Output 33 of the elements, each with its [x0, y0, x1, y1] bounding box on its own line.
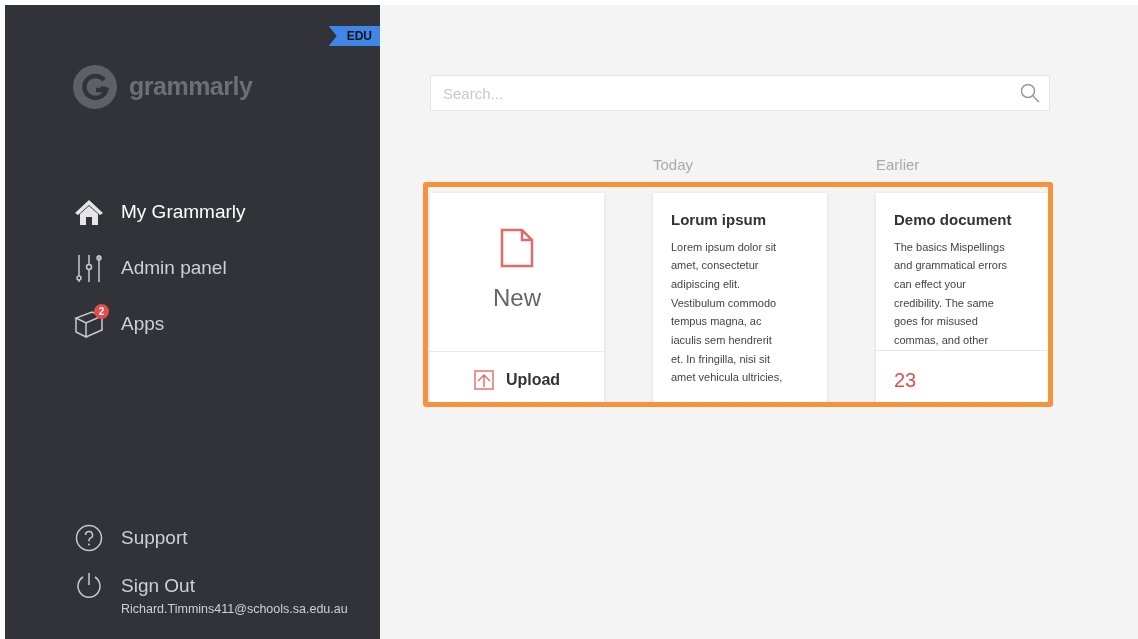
- group-heading: Earlier: [876, 155, 921, 175]
- upload-button[interactable]: Upload: [430, 351, 604, 402]
- document-icon: [500, 227, 534, 268]
- nav-label: Apps: [121, 311, 165, 336]
- document-card[interactable]: Lorum ipsum Lorem ipsum dolor sit amet, consectetur adipiscing elit. Vestibulum commodo tempus magna, ac iaculis sem hendrerit et. In fringilla, nisi sit amet vehicula ultricies,: [653, 193, 827, 402]
- user-email: Richard.Timmins411@schools.sa.edu.au: [121, 601, 349, 619]
- nav-item[interactable]: Support: [73, 510, 380, 567]
- nav-item[interactable]: My Grammarly: [73, 184, 380, 240]
- logo-text: grammarly: [129, 71, 253, 103]
- count-badge: 2: [94, 304, 109, 319]
- document-title: Lorum ipsum: [671, 210, 767, 230]
- issue-count: 23: [876, 349, 1048, 402]
- nav-item[interactable]: Admin panel: [73, 240, 380, 296]
- nav-item[interactable]: 2 Apps: [73, 296, 380, 352]
- nav-label: My Grammarly: [121, 199, 246, 224]
- nav-label: Support: [121, 526, 188, 550]
- new-document-card[interactable]: New Upload: [430, 193, 604, 402]
- document-card[interactable]: Demo document The basics Mispellings and grammatical errors can effect your credibility. The same goes for misused commas, and other 23: [876, 193, 1048, 402]
- logo-icon: [73, 65, 117, 109]
- document-preview: Lorem ipsum dolor sit amet, consectetur adipiscing elit. Vestibulum commodo tempus magna, ac iaculis sem hendrerit et. In fringilla, nisi sit amet vehicula ultricies,: [671, 239, 784, 386]
- edu-ribbon: EDU: [328, 26, 380, 46]
- document-title: Demo document: [894, 210, 1013, 230]
- nav-label: Sign Out: [121, 574, 195, 598]
- help-icon: [75, 524, 103, 553]
- group-heading: Today: [653, 155, 695, 175]
- new-label: New: [493, 282, 541, 313]
- document-preview: The basics Mispellings and grammatical errors can effect your credibility. The same goes for misused commas, and other: [894, 239, 1009, 348]
- nav-label: Admin panel: [121, 255, 227, 280]
- home-icon: [74, 198, 104, 226]
- power-icon: [75, 572, 103, 601]
- sliders-icon: [75, 254, 103, 282]
- upload-icon: [473, 369, 494, 390]
- search-icon: [1020, 83, 1040, 103]
